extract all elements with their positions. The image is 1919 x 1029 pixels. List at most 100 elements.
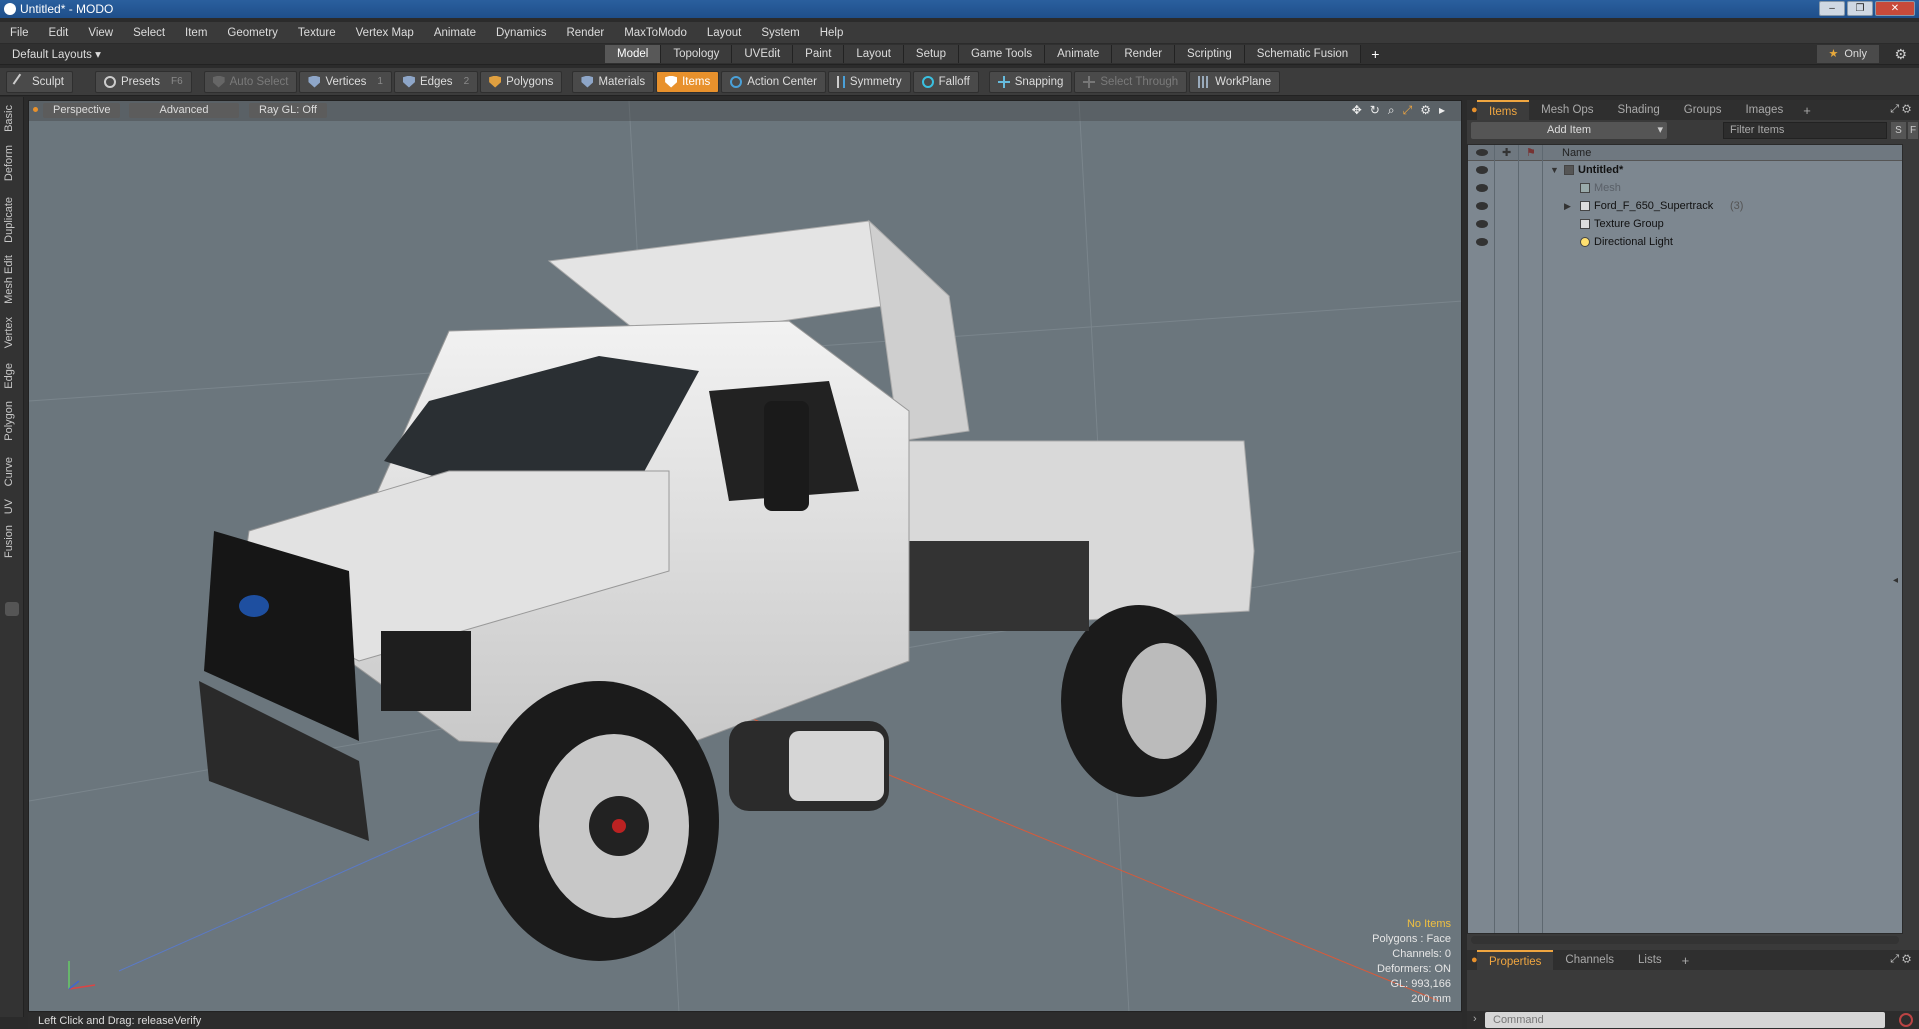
tab-render[interactable]: Render	[1112, 45, 1176, 63]
strip-toggle-icon[interactable]	[5, 602, 19, 616]
raygl-toggle[interactable]: Ray GL: Off	[249, 103, 327, 118]
vertices-button[interactable]: Vertices 1	[299, 70, 392, 93]
visibility-eye-icon[interactable]	[1476, 166, 1488, 174]
vtab-vertex[interactable]: Vertex	[3, 317, 21, 348]
tab-channels[interactable]: Channels	[1553, 950, 1626, 970]
tab-shading[interactable]: Shading	[1606, 100, 1672, 120]
menu-help[interactable]: Help	[810, 27, 854, 39]
panel-expand-icon[interactable]: ⤢ ⚙	[1890, 953, 1911, 966]
tab-game-tools[interactable]: Game Tools	[958, 45, 1046, 63]
vtab-uv[interactable]: UV	[3, 499, 21, 514]
tab-groups[interactable]: Groups	[1672, 100, 1734, 120]
sculpt-button[interactable]: Sculpt	[6, 70, 73, 93]
menu-system[interactable]: System	[751, 27, 809, 39]
zoom-icon[interactable]: ⌕	[1388, 103, 1395, 118]
tree-row-untitled[interactable]: ▼ Untitled*	[1468, 161, 1902, 179]
only-toggle[interactable]: ★ Only	[1816, 45, 1879, 63]
vtab-edge[interactable]: Edge	[3, 363, 21, 389]
symmetry-button[interactable]: Symmetry	[827, 70, 911, 93]
add-panel-tab-button[interactable]: +	[1674, 953, 1698, 968]
s-button[interactable]: S	[1891, 122, 1906, 139]
tab-schematic-fusion[interactable]: Schematic Fusion	[1244, 45, 1362, 63]
vtab-polygon[interactable]: Polygon	[3, 401, 21, 441]
tree-row-directional-light[interactable]: Directional Light	[1468, 233, 1902, 251]
tree-row-ford[interactable]: ▶ Ford_F_650_Supertrack (3)	[1468, 197, 1902, 215]
expand-arrow-icon[interactable]: ▶	[1564, 197, 1571, 215]
perspective-dropdown[interactable]: Perspective	[43, 103, 121, 118]
vtab-fusion[interactable]: Fusion	[3, 525, 21, 558]
menu-view[interactable]: View	[78, 27, 123, 39]
maximize-button[interactable]: ❐	[1847, 1, 1873, 16]
tab-animate[interactable]: Animate	[1045, 45, 1113, 63]
materials-button[interactable]: Materials	[572, 70, 655, 93]
menu-maxtomodo[interactable]: MaxToModo	[614, 27, 697, 39]
visibility-eye-icon[interactable]	[1476, 184, 1488, 192]
pan-icon[interactable]: ✥	[1352, 103, 1362, 118]
tab-items[interactable]: Items	[1477, 100, 1530, 120]
tab-properties[interactable]: Properties	[1477, 950, 1554, 970]
tab-topology[interactable]: Topology	[661, 45, 733, 63]
menu-texture[interactable]: Texture	[288, 27, 346, 39]
viewport-menu-arrow-icon[interactable]: ▸	[1439, 103, 1445, 118]
items-horizontal-scrollbar[interactable]	[1471, 936, 1899, 944]
fit-icon[interactable]: ⤢	[1403, 103, 1413, 118]
record-icon[interactable]	[1899, 1013, 1913, 1027]
visibility-eye-icon[interactable]	[1476, 238, 1488, 246]
tab-lists[interactable]: Lists	[1626, 950, 1674, 970]
tree-row-mesh[interactable]: Mesh	[1468, 179, 1902, 197]
tree-row-texture-group[interactable]: Texture Group	[1468, 215, 1902, 233]
visibility-eye-icon[interactable]	[1476, 220, 1488, 228]
name-column-header[interactable]: Name	[1562, 147, 1591, 159]
menu-geometry[interactable]: Geometry	[217, 27, 288, 39]
command-input[interactable]: Command	[1485, 1012, 1885, 1028]
tab-model[interactable]: Model	[605, 45, 662, 63]
menu-dynamics[interactable]: Dynamics	[486, 27, 556, 39]
f-button[interactable]: F	[1908, 122, 1918, 139]
close-button[interactable]: ✕	[1875, 1, 1915, 16]
3d-viewport[interactable]: Perspective Advanced Ray GL: Off ✥ ↻ ⌕ ⤢…	[28, 100, 1462, 1012]
edges-button[interactable]: Edges 2	[393, 70, 479, 93]
viewport-gear-icon[interactable]: ⚙	[1420, 103, 1431, 118]
auto-select-button[interactable]: Auto Select	[203, 70, 298, 93]
default-layouts-dropdown[interactable]: Default Layouts ▾	[12, 47, 101, 61]
filter-items-input[interactable]: Filter Items	[1723, 122, 1887, 139]
vtab-mesh-edit[interactable]: Mesh Edit	[3, 255, 21, 304]
menu-vertex-map[interactable]: Vertex Map	[346, 27, 424, 39]
vtab-deform[interactable]: Deform	[3, 145, 21, 181]
presets-button[interactable]: Presets F6	[94, 70, 192, 93]
workplane-button[interactable]: WorkPlane	[1189, 70, 1281, 93]
minimize-button[interactable]: –	[1819, 1, 1845, 16]
menu-animate[interactable]: Animate	[424, 27, 486, 39]
menu-layout[interactable]: Layout	[697, 27, 752, 39]
expand-arrow-icon[interactable]: ▼	[1550, 161, 1559, 179]
tab-images[interactable]: Images	[1733, 100, 1795, 120]
visibility-eye-icon[interactable]	[1476, 202, 1488, 210]
gear-icon[interactable]: ⚙	[1894, 46, 1907, 63]
menu-select[interactable]: Select	[123, 27, 175, 39]
rotate-icon[interactable]: ↻	[1370, 103, 1380, 118]
menu-render[interactable]: Render	[556, 27, 614, 39]
menu-item[interactable]: Item	[175, 27, 217, 39]
select-through-button[interactable]: Select Through	[1074, 70, 1188, 93]
panel-expand-icon[interactable]: ⤢ ⚙	[1890, 103, 1911, 116]
items-button[interactable]: Items	[656, 70, 720, 93]
add-item-button[interactable]: Add Item ▾	[1471, 122, 1667, 139]
tab-uvedit[interactable]: UVEdit	[732, 45, 794, 63]
falloff-button[interactable]: Falloff	[912, 70, 979, 93]
truck-model[interactable]	[199, 219, 1255, 961]
advanced-dropdown[interactable]: Advanced	[129, 103, 239, 118]
tab-layout[interactable]: Layout	[844, 45, 904, 63]
vtab-basic[interactable]: Basic	[3, 105, 21, 132]
tab-scripting[interactable]: Scripting	[1175, 45, 1245, 63]
menu-file[interactable]: File	[0, 27, 39, 39]
snapping-button[interactable]: Snapping	[988, 70, 1073, 93]
tab-paint[interactable]: Paint	[793, 45, 845, 63]
tab-mesh-ops[interactable]: Mesh Ops	[1529, 100, 1605, 120]
add-panel-tab-button[interactable]: +	[1795, 103, 1819, 118]
action-center-button[interactable]: Action Center	[721, 70, 826, 93]
vtab-duplicate[interactable]: Duplicate	[3, 197, 21, 243]
polygons-button[interactable]: Polygons	[480, 70, 563, 93]
menu-edit[interactable]: Edit	[39, 27, 79, 39]
add-layout-tab-button[interactable]: +	[1361, 45, 1389, 63]
tab-setup[interactable]: Setup	[903, 45, 959, 63]
